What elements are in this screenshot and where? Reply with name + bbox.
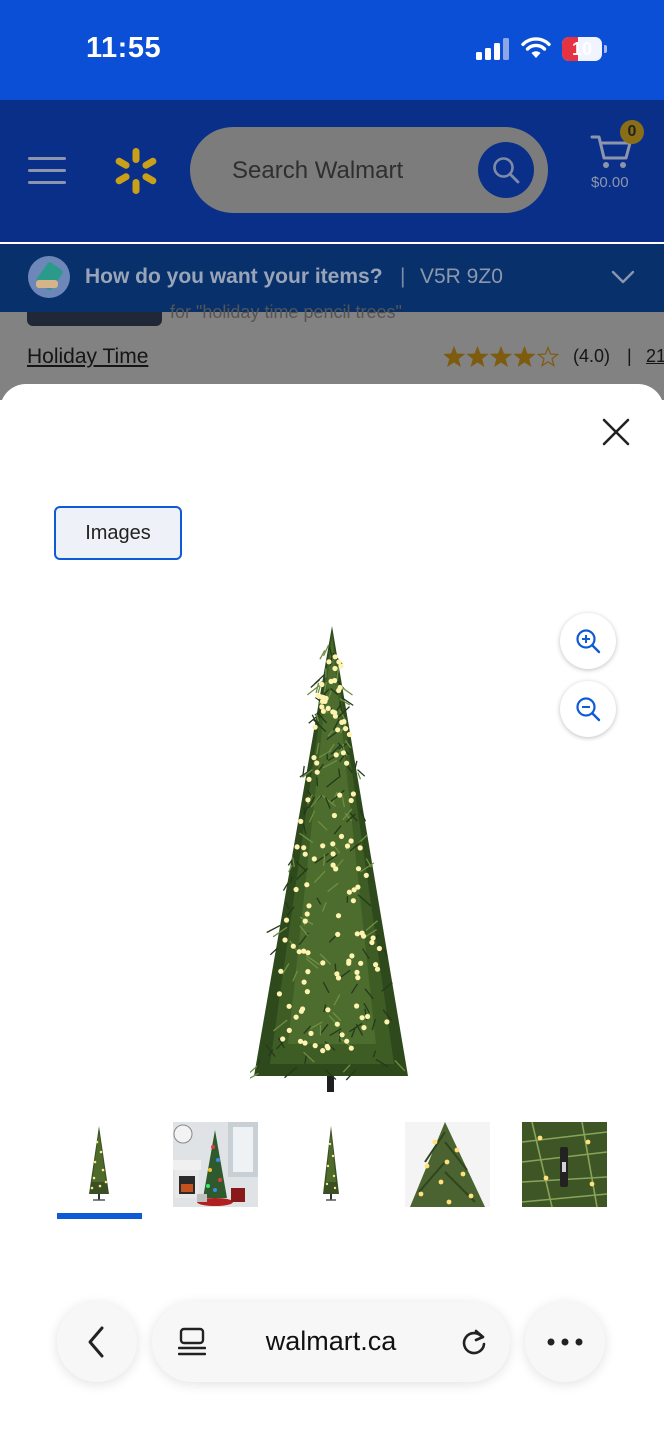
search-button[interactable] (478, 142, 534, 198)
star-empty-icon (536, 346, 560, 367)
product-main-image[interactable] (250, 624, 410, 1099)
star-filled-icon (466, 346, 489, 367)
postal-code: V5R 9Z0 (420, 265, 503, 288)
brand-link[interactable]: Holiday Time (27, 345, 148, 369)
browser-url-text: walmart.ca (265, 1326, 397, 1356)
status-time: 11:55 (86, 32, 162, 64)
search-input[interactable] (230, 127, 474, 215)
partial-text: for "holiday time pencil trees" (170, 302, 402, 322)
cart-count-badge: 0 (620, 120, 644, 144)
thumbnail-1[interactable] (57, 1122, 142, 1207)
rating-value: (4.0) (573, 346, 611, 366)
zoom-out-button[interactable] (560, 681, 616, 737)
browser-more-button[interactable] (525, 1302, 605, 1382)
image-viewer-modal: Images walmart.ca (0, 384, 664, 1440)
delivery-separator: | (400, 265, 406, 288)
thumbnail-3[interactable] (289, 1122, 374, 1207)
partial-badge (27, 312, 162, 326)
star-filled-icon (489, 346, 513, 367)
search-box[interactable] (190, 127, 548, 215)
selected-thumbnail-indicator (57, 1213, 142, 1219)
battery-nub (604, 45, 607, 53)
more-dots-icon (547, 1338, 583, 1346)
battery-icon: 10 (562, 37, 602, 61)
zoom-in-button[interactable] (560, 613, 616, 669)
hamburger-menu-icon[interactable] (28, 155, 66, 185)
close-icon[interactable] (598, 414, 634, 450)
chevron-down-icon[interactable] (611, 270, 635, 284)
thumbnail-2[interactable] (173, 1122, 258, 1207)
cart-total: $0.00 (591, 174, 629, 191)
cart-button[interactable]: 0 $0.00 (584, 120, 648, 200)
site-header: 0 $0.00 (0, 100, 664, 242)
page-background: 0 $0.00 How do you want your items? | V5… (0, 100, 664, 400)
thumbnail-5[interactable] (522, 1122, 607, 1207)
reload-icon[interactable] (459, 1327, 489, 1357)
tab-images[interactable]: Images (54, 506, 182, 560)
browser-url-bar[interactable]: walmart.ca (152, 1302, 510, 1382)
battery-level: 10 (571, 39, 593, 59)
star-filled-icon (444, 346, 466, 367)
cellular-signal-icon (476, 38, 509, 60)
rating-separator: | (627, 346, 632, 366)
status-bar: 11:55 10 (0, 0, 664, 100)
zoom-out-icon (576, 697, 601, 722)
walmart-spark-logo-icon[interactable] (112, 146, 160, 196)
wifi-icon (521, 37, 551, 58)
search-icon (493, 157, 520, 184)
delivery-prompt: How do you want your items? (85, 265, 383, 288)
delivery-illustration-icon (28, 256, 70, 298)
zoom-in-icon (576, 629, 601, 654)
thumbnail-4[interactable] (405, 1122, 490, 1207)
rating-stars (444, 346, 560, 367)
browser-back-button[interactable] (57, 1302, 137, 1382)
star-filled-icon (513, 346, 536, 367)
review-count-link[interactable]: 21 (646, 346, 664, 367)
chevron-left-icon (88, 1326, 104, 1358)
